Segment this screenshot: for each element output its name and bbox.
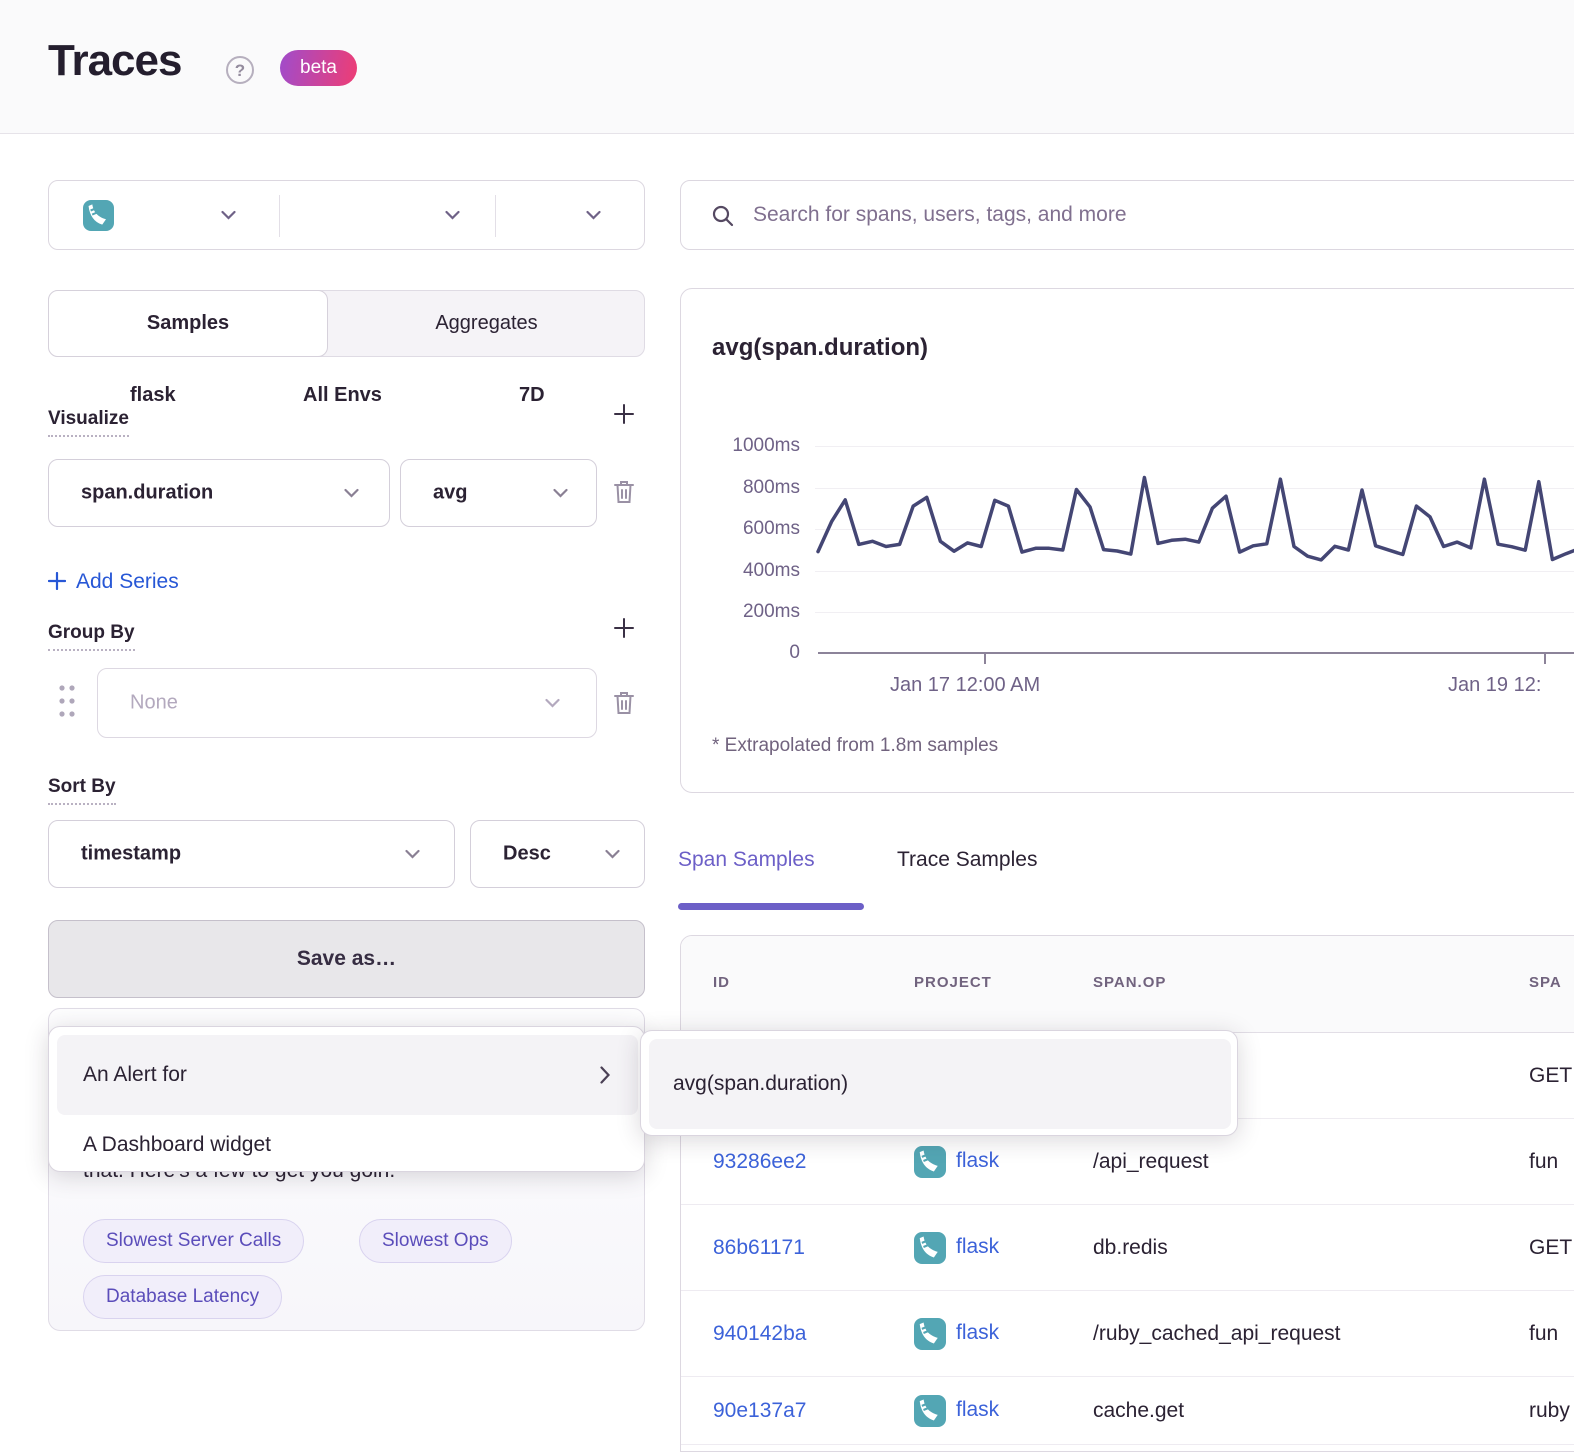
tab-aggregates[interactable]: Aggregates [328, 290, 645, 357]
suggested-chip[interactable]: Database Latency [83, 1275, 282, 1319]
sort-field-select[interactable]: timestamp [48, 820, 455, 888]
visualize-label: Visualize [48, 408, 129, 437]
chevron-down-icon [344, 489, 359, 498]
flask-platform-icon [914, 1232, 946, 1264]
search-icon [711, 204, 735, 228]
table-row[interactable]: 90e137a7 flask cache.get ruby [681, 1377, 1574, 1445]
beta-badge: beta [280, 50, 357, 86]
visualize-aggregate-select[interactable]: avg [400, 459, 597, 527]
flask-platform-icon [914, 1318, 946, 1350]
help-icon[interactable]: ? [226, 56, 254, 84]
sort-direction-select[interactable]: Desc [470, 820, 645, 888]
divider [495, 195, 496, 237]
sort-by-label: Sort By [48, 776, 116, 805]
sort-field-value: timestamp [81, 843, 181, 866]
span-id-link[interactable]: 90e137a7 [713, 1399, 806, 1423]
span-op-cell: /api_request [1093, 1150, 1209, 1174]
table-row[interactable]: 86b61171 flask db.redis GET [681, 1205, 1574, 1291]
table-row[interactable]: 940142ba flask /ruby_cached_api_request … [681, 1291, 1574, 1377]
visualize-field-select[interactable]: span.duration [48, 459, 390, 527]
chevron-down-icon [405, 850, 420, 859]
submenu-item-label: avg(span.duration) [673, 1072, 848, 1096]
span-id-link[interactable]: 86b61171 [713, 1236, 805, 1260]
delete-series-icon[interactable] [611, 478, 637, 506]
delete-group-by-icon[interactable] [611, 689, 637, 717]
search-input[interactable] [753, 181, 1573, 249]
flask-platform-icon [83, 200, 114, 231]
span-id-link[interactable]: 940142ba [713, 1322, 806, 1346]
page-title: Traces [48, 36, 181, 86]
search-bar [680, 180, 1574, 250]
add-group-by-icon[interactable] [612, 616, 636, 640]
visualize-aggregate-value: avg [433, 482, 467, 505]
plus-icon [48, 572, 66, 590]
environment-filter[interactable]: All Envs [303, 384, 382, 407]
active-tab-underline [678, 903, 864, 910]
page-filter-bar: flask All Envs 7D [48, 180, 645, 250]
date-range-filter[interactable]: 7D [519, 384, 545, 407]
tab-span-samples[interactable]: Span Samples [678, 848, 815, 872]
column-header-span-description[interactable]: SPA [1529, 974, 1562, 991]
tab-samples[interactable]: Samples [48, 290, 328, 357]
traces-page: Traces ? beta flask All Envs 7D Samples … [0, 0, 1574, 1452]
span-samples-table: ID PROJECT SPAN.OP SPA GET 93286ee2 flas… [680, 935, 1574, 1452]
column-header-project[interactable]: PROJECT [914, 974, 992, 991]
project-name[interactable]: flask [956, 1235, 999, 1259]
divider [279, 195, 280, 237]
group-by-select[interactable]: None [97, 668, 597, 738]
project-name[interactable]: flask [956, 1398, 999, 1422]
add-series-button[interactable]: Add Series [48, 570, 179, 594]
chevron-down-icon [605, 850, 620, 859]
sort-direction-value: Desc [503, 843, 551, 866]
group-by-placeholder: None [130, 692, 178, 715]
add-series-label: Add Series [76, 570, 179, 593]
span-description-cell: fun [1529, 1322, 1558, 1346]
tab-trace-samples[interactable]: Trace Samples [897, 848, 1037, 872]
chevron-down-icon [553, 489, 568, 498]
chevron-down-icon [586, 211, 601, 220]
span-op-cell: /ruby_cached_api_request [1093, 1322, 1341, 1346]
submenu-item-avg-span-duration[interactable]: avg(span.duration) [649, 1039, 1231, 1129]
chevron-down-icon [221, 211, 236, 220]
duration-line-chart[interactable] [680, 288, 1574, 793]
span-op-cell: db.redis [1093, 1236, 1168, 1260]
column-header-span-op[interactable]: SPAN.OP [1093, 974, 1166, 991]
suggested-chip[interactable]: Slowest Server Calls [83, 1219, 304, 1263]
suggested-chip[interactable]: Slowest Ops [359, 1219, 512, 1263]
flask-platform-icon [914, 1395, 946, 1427]
menu-item-alert-label: An Alert for [83, 1063, 187, 1087]
project-name[interactable]: flask [956, 1149, 999, 1173]
span-description-cell: GET [1529, 1064, 1572, 1088]
table-header: ID PROJECT SPAN.OP SPA [681, 936, 1574, 1033]
project-filter[interactable]: flask [130, 384, 176, 407]
add-visualize-icon[interactable] [612, 402, 636, 426]
span-id-link[interactable]: 93286ee2 [713, 1150, 806, 1174]
save-as-submenu: avg(span.duration) [640, 1030, 1238, 1136]
chevron-down-icon [545, 699, 560, 708]
column-header-id[interactable]: ID [713, 974, 730, 991]
menu-item-dashboard[interactable]: A Dashboard widget [83, 1123, 623, 1167]
span-op-cell: cache.get [1093, 1399, 1184, 1423]
avg-duration-series-line [818, 478, 1574, 560]
page-header: Traces ? beta [0, 0, 1574, 134]
chevron-right-icon [600, 1066, 610, 1084]
save-as-button[interactable]: Save as… [48, 920, 645, 998]
save-as-menu: An Alert for A Dashboard widget [48, 1026, 645, 1172]
span-description-cell: ruby [1529, 1399, 1570, 1423]
project-name[interactable]: flask [956, 1321, 999, 1345]
span-description-cell: GET [1529, 1236, 1572, 1260]
group-by-label: Group By [48, 622, 135, 651]
visualize-field-value: span.duration [81, 482, 213, 505]
chevron-down-icon [445, 211, 460, 220]
flask-platform-icon [914, 1146, 946, 1178]
drag-handle-icon[interactable] [57, 683, 77, 719]
menu-item-alert[interactable]: An Alert for [57, 1035, 638, 1115]
span-description-cell: fun [1529, 1150, 1558, 1174]
